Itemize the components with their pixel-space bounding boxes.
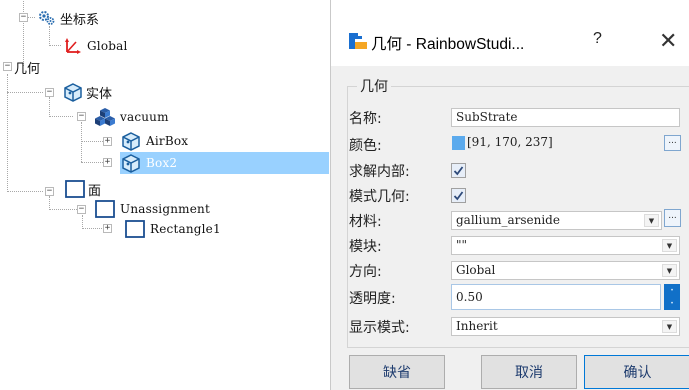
dialog-body: 几何 名称: SubStrate 颜色: [91, 170, 237] ... … [331, 66, 689, 390]
help-button[interactable]: ? [593, 30, 613, 56]
checkmark-icon [453, 191, 464, 201]
spin-down-icon: • [670, 299, 674, 307]
tree-label-unassignment: Unassignment [120, 202, 210, 216]
dropdown-arrow-icon: ▼ [662, 264, 677, 277]
default-button[interactable]: 缺省 [349, 355, 445, 389]
color-value: [91, 170, 237] [467, 135, 553, 149]
tree-label-global: Global [87, 39, 128, 53]
material-cubes-icon [94, 107, 116, 127]
material-browse-button[interactable]: ... [664, 209, 681, 227]
direction-select[interactable]: Global ▼ [451, 261, 680, 280]
box-icon [120, 131, 142, 151]
color-label: 颜色: [349, 138, 382, 154]
solve-inside-label: 求解内部: [349, 164, 410, 180]
tree-label-solid: 实体 [86, 86, 113, 102]
direction-label: 方向: [349, 264, 382, 280]
material-value: gallium_arsenide [456, 213, 560, 227]
tree-label-vacuum: vacuum [120, 110, 169, 124]
tree-item-geometry[interactable]: 几何 [12, 58, 41, 77]
tree-item-global[interactable]: Global [61, 36, 128, 56]
tree-label-box2: Box2 [146, 156, 178, 170]
checkmark-icon [453, 166, 464, 176]
expand-airbox-toggle[interactable]: + [103, 137, 112, 146]
collapse-solid-toggle[interactable]: − [45, 88, 54, 97]
tree-label-geometry: 几何 [14, 61, 41, 77]
tree-label-face: 面 [88, 183, 102, 199]
solve-inside-checkbox[interactable] [451, 163, 466, 178]
collapse-face-toggle[interactable]: − [45, 187, 54, 196]
axes-icon [61, 36, 83, 56]
transparency-value: 0.50 [456, 290, 483, 304]
model-geometry-label: 模式几何: [349, 189, 410, 205]
ok-button[interactable]: 确认 [584, 355, 689, 389]
tree-item-box2[interactable]: Box2 [120, 152, 329, 174]
display-mode-value: Inherit [456, 319, 498, 333]
transparency-label: 透明度: [349, 291, 396, 307]
tree-item-coordinate-system[interactable]: 坐标系 [36, 8, 99, 28]
display-mode-label: 显示模式: [349, 320, 410, 336]
app-logo-icon [349, 33, 367, 53]
close-button[interactable]: ✕ [659, 28, 683, 56]
box-icon [120, 153, 142, 173]
module-select[interactable]: "" ▼ [451, 236, 680, 255]
model-geometry-checkbox[interactable] [451, 188, 466, 203]
collapse-vacuum-toggle[interactable]: − [77, 112, 86, 121]
dialog-title: 几何 - RainbowStudi... [371, 36, 525, 53]
expand-rectangle-toggle[interactable]: + [103, 224, 112, 233]
tree-label-coordinate-system: 坐标系 [60, 12, 100, 28]
group-title: 几何 [357, 76, 391, 96]
color-browse-button[interactable]: ... [664, 135, 681, 151]
cancel-button[interactable]: 取消 [481, 355, 577, 389]
direction-value: Global [456, 263, 496, 277]
tree-item-unassignment[interactable]: Unassignment [94, 199, 210, 219]
dropdown-arrow-icon: ▼ [644, 214, 659, 227]
material-label: 材料: [349, 214, 382, 230]
geometry-tree: − − − − + + − − + 坐标系 Global 几何 实体 vacuu… [0, 0, 330, 390]
face-square-icon [124, 219, 146, 239]
face-square-icon [64, 179, 86, 199]
dropdown-arrow-icon: ▼ [662, 239, 677, 252]
transparency-input[interactable]: 0.50 [451, 284, 661, 310]
display-mode-select[interactable]: Inherit ▼ [451, 317, 680, 336]
face-square-icon [94, 199, 116, 219]
collapse-geometry-toggle[interactable]: − [3, 62, 12, 71]
collapse-unassignment-toggle[interactable]: − [77, 205, 86, 214]
tree-item-solid[interactable]: 实体 [62, 82, 112, 102]
module-value: "" [456, 238, 468, 252]
dropdown-arrow-icon: ▼ [662, 320, 677, 333]
dialog-titlebar[interactable]: 几何 - RainbowStudi... ? ✕ [331, 14, 689, 66]
expand-box2-toggle[interactable]: + [103, 158, 112, 167]
tree-item-face[interactable]: 面 [64, 179, 101, 199]
tree-item-vacuum[interactable]: vacuum [94, 107, 169, 127]
coordinate-gear-icon [36, 8, 58, 28]
transparency-spinner[interactable]: • • [664, 284, 680, 310]
collapse-coord-toggle[interactable]: − [19, 13, 28, 22]
tree-label-rectangle1: Rectangle1 [150, 222, 221, 236]
geometry-properties-dialog: 几何 - RainbowStudi... ? ✕ 几何 名称: SubStrat… [330, 0, 689, 390]
tree-item-airbox[interactable]: AirBox [120, 131, 188, 151]
solid-cube-icon [62, 82, 84, 102]
name-input[interactable]: SubStrate [451, 108, 680, 127]
tree-item-rectangle1[interactable]: Rectangle1 [124, 219, 221, 239]
spin-up-icon: • [670, 286, 674, 294]
color-swatch[interactable] [452, 136, 465, 150]
material-select[interactable]: gallium_arsenide ▼ [451, 211, 662, 230]
tree-label-airbox: AirBox [146, 134, 189, 148]
name-label: 名称: [349, 111, 382, 127]
module-label: 模块: [349, 239, 382, 255]
